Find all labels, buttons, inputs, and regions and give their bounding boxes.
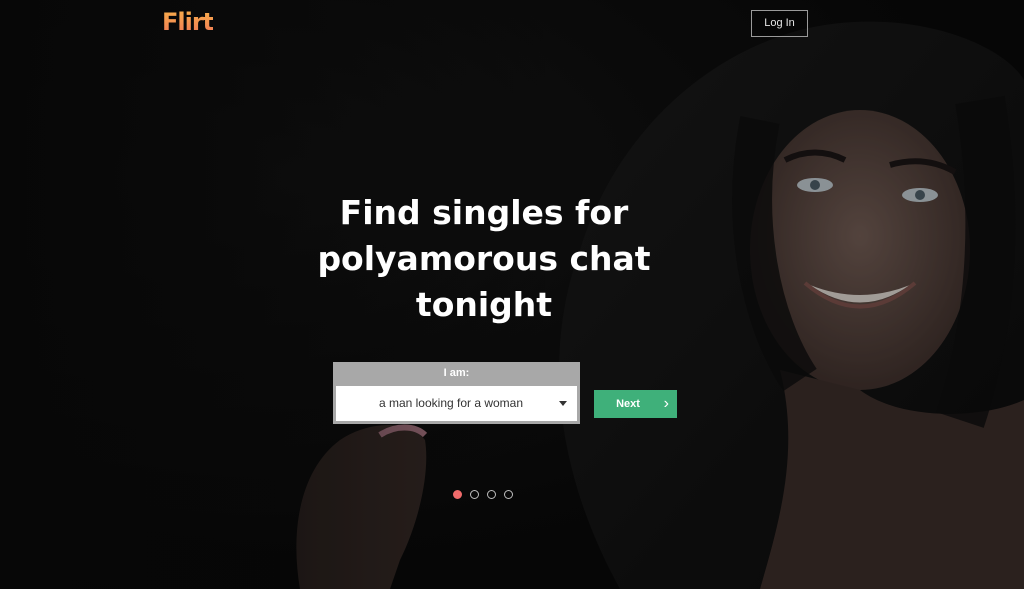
select-value: a man looking for a woman bbox=[378, 396, 524, 410]
gender-preference-form: I am: a man looking for a woman bbox=[333, 362, 580, 424]
next-button[interactable]: Next › bbox=[594, 390, 677, 418]
chevron-right-icon: › bbox=[663, 395, 669, 412]
carousel-dot-2[interactable] bbox=[470, 490, 479, 499]
carousel-dot-3[interactable] bbox=[487, 490, 496, 499]
login-button[interactable]: Log In bbox=[751, 10, 808, 37]
hero-headline: Find singles for polyamorous chat tonigh… bbox=[317, 193, 651, 324]
landing-page: Flirt Log In Find singles for polyamorou… bbox=[0, 0, 1024, 589]
chevron-down-icon bbox=[559, 401, 567, 406]
next-button-label: Next bbox=[616, 398, 640, 410]
carousel-pagination bbox=[453, 490, 513, 500]
carousel-dot-1[interactable] bbox=[453, 490, 462, 499]
flirt-logo[interactable]: Flirt bbox=[162, 8, 214, 36]
gender-preference-select[interactable]: a man looking for a woman bbox=[336, 386, 577, 421]
carousel-dot-4[interactable] bbox=[504, 490, 513, 499]
form-label: I am: bbox=[443, 367, 470, 379]
